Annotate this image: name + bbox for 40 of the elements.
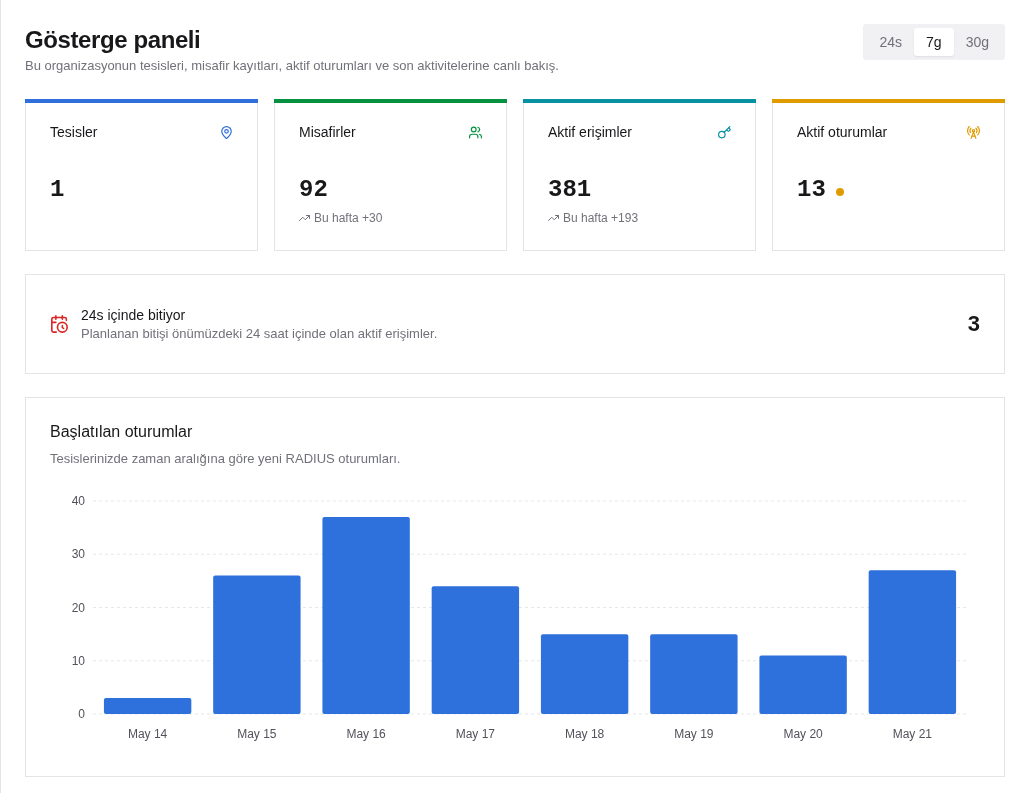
trend-text: Bu hafta +193 [563, 210, 639, 226]
calendar-clock-icon [51, 315, 68, 333]
x-axis-label: May 17 [455, 727, 496, 741]
stat-value: 13 [797, 175, 826, 205]
trending-up-icon [299, 215, 310, 221]
y-axis-label: 10 [71, 653, 85, 668]
expiring-title: 24s içinde bitiyor [81, 305, 186, 325]
y-axis-label: 20 [71, 600, 85, 615]
location-pin-icon [220, 125, 233, 139]
key-icon [718, 125, 731, 139]
x-axis-label: May 19 [674, 727, 714, 741]
y-axis-label: 0 [78, 707, 85, 721]
stat-label: Tesisler [50, 123, 98, 142]
range-tab[interactable]: 7g [914, 28, 954, 56]
x-axis-label: May 14 [127, 727, 168, 741]
x-axis-label: May 16 [346, 727, 386, 741]
range-tab[interactable]: 30g [953, 28, 1001, 56]
expiring-count: 3 [967, 310, 980, 338]
y-axis-label: 30 [71, 547, 85, 562]
x-axis-label: May 20 [783, 727, 823, 741]
stat-label: Aktif oturumlar [797, 123, 888, 142]
stat-label: Misafirler [299, 123, 356, 142]
page-subtitle: Bu organizasyonun tesisleri, misafir kayıtları, aktif oturumları ve son aktivitelerine canlı bakış. [25, 57, 559, 75]
y-axis-label: 40 [71, 494, 85, 508]
trend-text: Bu hafta +30 [314, 210, 383, 226]
page-title: Gösterge paneli [25, 25, 202, 55]
stat-value: 1 [50, 175, 65, 205]
stat-value: 381 [548, 175, 592, 205]
stat-label: Aktif erişimler [548, 123, 632, 142]
range-tab[interactable]: 24s [867, 28, 915, 56]
x-axis-label: May 15 [237, 727, 277, 741]
users-icon [469, 125, 482, 139]
trending-up-icon [548, 215, 559, 221]
stat-value: 92 [299, 175, 328, 205]
expiring-description: Planlanan bitişi önümüzdeki 24 saat içinde olan aktif erişimler. [81, 324, 438, 343]
x-axis-label: May 18 [564, 727, 605, 741]
chart-description: Tesislerinizde zaman aralığına göre yeni RADIUS oturumları. [50, 450, 401, 468]
x-axis-label: May 21 [892, 727, 933, 741]
radio-tower-icon [967, 125, 980, 139]
chart-title: Başlatılan oturumlar [50, 422, 193, 442]
